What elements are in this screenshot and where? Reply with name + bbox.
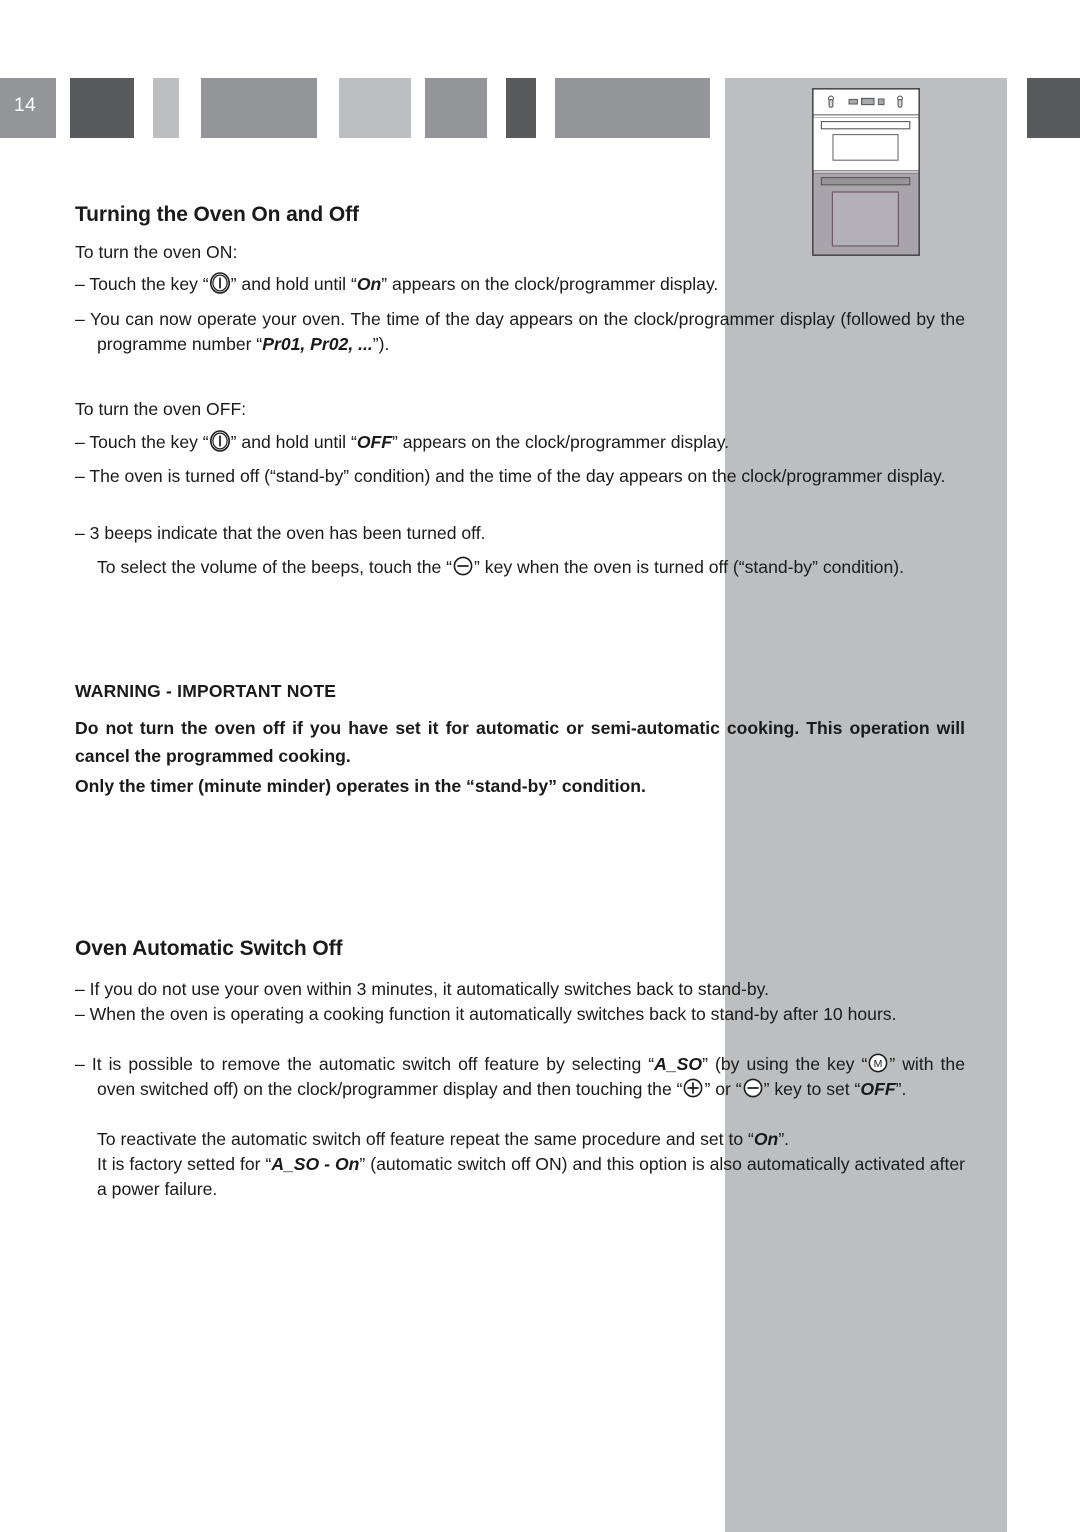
warning-paragraph-2: Only the timer (minute minder) operates …	[75, 776, 646, 796]
bullet-text-post: ” appears on the clock/programmer displa…	[381, 274, 719, 294]
svg-text:M: M	[874, 1058, 883, 1070]
warning-paragraph-1: Do not turn the oven off if you have set…	[75, 718, 965, 766]
built-in-oven-illustration	[812, 88, 921, 256]
bullet-touch-key-on: – Touch the key “ ” and hold until “On” a…	[75, 272, 965, 297]
bullet-text-prefix: – Touch the key “	[75, 432, 209, 452]
keyword-a-so-on: A_SO - On	[271, 1154, 360, 1174]
knob-left-icon	[828, 95, 834, 108]
para-to-turn-oven-on: To turn the oven ON:	[75, 242, 238, 262]
minus-key-icon	[453, 556, 473, 576]
header-stripe-9	[1027, 78, 1080, 138]
power-key-icon	[209, 272, 230, 294]
para-to-turn-oven-off: To turn the oven OFF:	[75, 399, 247, 419]
para-reactivate-auto-switch-off: To reactivate the automatic switch off f…	[97, 1127, 965, 1152]
auto-text-e: ” key to set “	[763, 1079, 861, 1099]
factory-text-a: It is factory setted for “	[97, 1154, 272, 1174]
header-stripe-3	[201, 78, 317, 138]
keyword-programme-numbers: Pr01, Pr02, ...	[262, 334, 373, 354]
header-stripe-5	[425, 78, 487, 138]
auto-text-d: ” or “	[704, 1079, 742, 1099]
m-key-icon: M	[868, 1053, 888, 1073]
power-key-icon	[209, 430, 230, 452]
plus-key-icon	[684, 1078, 703, 1098]
auto-text-f: ”.	[895, 1079, 907, 1099]
bullet-text-mid: ” and hold until “	[230, 432, 357, 452]
keyword-off-2: OFF	[860, 1079, 896, 1099]
knob-right-icon	[897, 95, 903, 108]
header-stripe-1	[70, 78, 134, 138]
bullet-auto-standby-3-minutes: – If you do not use your oven within 3 m…	[75, 979, 769, 999]
keyword-on: On	[356, 274, 382, 294]
bullet-text-mid: ” and hold until “	[230, 274, 357, 294]
section-heading-turning-oven-on-and-off: Turning the Oven On and Off	[75, 203, 359, 226]
reactivate-text-a: To reactivate the automatic switch off f…	[97, 1129, 754, 1149]
header-stripe-2	[153, 78, 179, 138]
keyword-a-so: A_SO	[654, 1054, 703, 1074]
bullet-remove-auto-switch-off: – It is possible to remove the automatic…	[75, 1052, 965, 1102]
beep-volume-prefix: To select the volume of the beeps, touch…	[97, 557, 453, 577]
page-number: 14	[14, 95, 37, 116]
auto-text-a: – It is possible to remove the automatic…	[75, 1054, 655, 1074]
header-stripe-6	[506, 78, 536, 138]
bullet-operate-text-a: – You can now operate your oven. The tim…	[75, 309, 965, 354]
bullet-operate-text-b: ”).	[372, 334, 390, 354]
bullet-text-prefix: – Touch the key “	[75, 274, 209, 294]
auto-text-b: ” (by using the key “	[702, 1054, 868, 1074]
reactivate-text-b: ”.	[778, 1129, 790, 1149]
header-stripe-7	[555, 78, 710, 138]
bullet-auto-standby-10-hours: – When the oven is operating a cooking f…	[75, 1004, 897, 1024]
para-beep-volume: To select the volume of the beeps, touch…	[97, 555, 965, 580]
beep-volume-suffix: ” key when the oven is turned off (“stan…	[474, 557, 904, 577]
para-factory-setting: It is factory setted for “A_SO - On” (au…	[97, 1152, 965, 1202]
bullet-text-post: ” appears on the clock/programmer displa…	[392, 432, 730, 452]
bullet-three-beeps: – 3 beeps indicate that the oven has bee…	[75, 523, 486, 543]
header-stripe-4	[339, 78, 411, 138]
bullet-operate-oven: – You can now operate your oven. The tim…	[75, 307, 965, 357]
bullet-touch-key-off: – Touch the key “ ” and hold until “OFF” …	[75, 430, 965, 455]
keyword-on-2: On	[753, 1129, 779, 1149]
keyword-off: OFF	[356, 432, 393, 452]
warning-title: WARNING - IMPORTANT NOTE	[75, 681, 337, 701]
section-heading-oven-automatic-switch-off: Oven Automatic Switch Off	[75, 937, 343, 960]
minus-key-icon	[743, 1078, 763, 1098]
bullet-oven-turned-off-standby: – The oven is turned off (“stand-by” con…	[75, 466, 946, 486]
